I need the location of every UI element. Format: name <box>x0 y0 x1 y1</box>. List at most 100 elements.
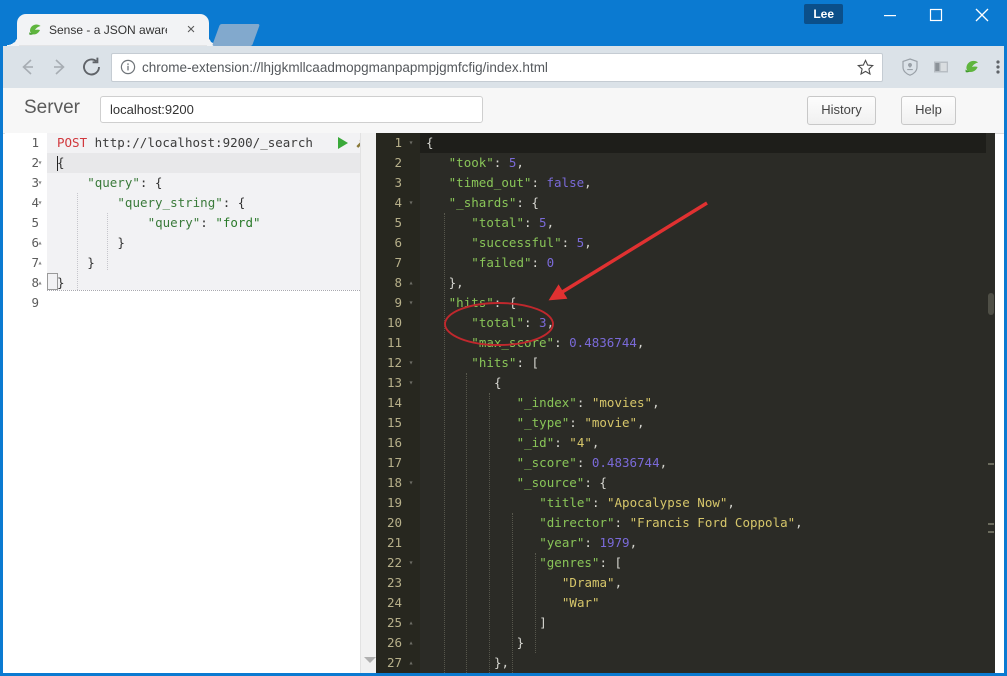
reload-button[interactable] <box>80 55 104 79</box>
request-code-line[interactable]: POST http://localhost:9200/_search <box>57 133 313 153</box>
response-code-line[interactable]: { <box>426 133 434 153</box>
shield-icon[interactable] <box>901 58 919 76</box>
run-request-button[interactable] <box>338 137 348 149</box>
response-code-line[interactable]: "War" <box>562 593 600 613</box>
fold-toggle-icon[interactable]: ▾ <box>406 373 416 393</box>
response-code-line[interactable]: "timed_out": false, <box>449 173 592 193</box>
code-token: : <box>554 335 570 350</box>
response-editor[interactable]: 1 ▾ 2 3 4 ▾ 5 6 7 8 ▴ 9 ▾ 10 11 12 ▾ 13 ▾ 14 15 16 17 18 ▾ 19 20 21… <box>376 133 995 673</box>
code-token: } <box>57 275 65 290</box>
response-code-line[interactable]: } <box>517 633 525 653</box>
response-code-line[interactable]: "_score": 0.4836744, <box>517 453 668 473</box>
response-code-line[interactable]: "took": 5, <box>449 153 524 173</box>
request-code-line[interactable]: } <box>117 233 125 253</box>
response-code-line[interactable]: "Drama", <box>562 573 622 593</box>
code-token: : <box>576 455 592 470</box>
response-code-line[interactable]: }, <box>494 653 509 673</box>
response-line-number: 12 <box>386 355 402 370</box>
request-code-line[interactable]: "query_string": { <box>117 193 245 213</box>
response-line-number: 7 <box>394 255 402 270</box>
browser-tab-sense[interactable]: Sense - a JSON aware × <box>7 14 219 46</box>
response-code-line[interactable]: "total": 3, <box>471 313 554 333</box>
request-scrollbar[interactable] <box>360 133 377 673</box>
help-button[interactable]: Help <box>901 96 956 125</box>
back-button[interactable] <box>15 55 39 79</box>
fold-toggle-icon[interactable]: ▴ <box>406 273 416 293</box>
request-code-line[interactable]: } <box>87 253 95 273</box>
response-line-number: 6 <box>394 235 402 250</box>
response-code-line[interactable]: "_source": { <box>517 473 607 493</box>
request-code-line[interactable]: "query": { <box>87 173 162 193</box>
fold-toggle-icon[interactable]: ▾ <box>35 173 45 193</box>
address-bar-url[interactable]: chrome-extension://lhjgkmllcaadmopgmanpa… <box>142 58 548 77</box>
scroll-down-arrow-icon[interactable] <box>364 657 376 663</box>
code-token: : { <box>516 195 539 210</box>
info-circle-icon[interactable] <box>120 59 136 75</box>
code-token: "took" <box>448 155 494 170</box>
request-code[interactable]: POST http://localhost:9200/_search { "quer… <box>47 133 360 673</box>
fold-toggle-icon[interactable]: ▴ <box>406 653 416 673</box>
response-code-line[interactable]: "failed": 0 <box>471 253 554 273</box>
code-token: , <box>652 395 660 410</box>
code-token: } <box>87 255 95 270</box>
response-scrollbar[interactable] <box>986 133 995 673</box>
response-code-line[interactable]: { <box>494 373 502 393</box>
fold-toggle-icon[interactable]: ▾ <box>406 193 416 213</box>
request-code-line[interactable]: "query": "ford" <box>148 213 261 233</box>
fold-toggle-icon[interactable]: ▴ <box>406 613 416 633</box>
fold-toggle-icon[interactable]: ▾ <box>406 473 416 493</box>
response-code-line[interactable]: "max_score": 0.4836744, <box>471 333 644 353</box>
fold-toggle-icon[interactable]: ▴ <box>35 233 45 253</box>
response-code-line[interactable]: }, <box>449 273 464 293</box>
response-code-line[interactable]: "director": "Francis Ford Coppola", <box>539 513 802 533</box>
profile-name-chip[interactable]: Lee <box>804 4 843 24</box>
tab-close-icon[interactable]: × <box>183 22 199 38</box>
sense-leaf-icon[interactable] <box>963 58 981 76</box>
response-code-line[interactable]: "_id": "4", <box>517 433 600 453</box>
code-token: : <box>614 515 630 530</box>
fold-toggle-icon[interactable]: ▴ <box>406 633 416 653</box>
code-token: "query" <box>147 215 201 230</box>
response-code-line[interactable]: "_type": "movie", <box>517 413 645 433</box>
code-token: "movies" <box>591 395 653 410</box>
response-code-line[interactable]: "successful": 5, <box>471 233 591 253</box>
star-icon[interactable] <box>857 59 874 76</box>
response-code-line[interactable]: "_shards": { <box>449 193 539 213</box>
forward-button[interactable] <box>48 55 72 79</box>
server-input[interactable] <box>100 96 483 123</box>
window-close-button[interactable] <box>959 0 1005 30</box>
response-code-line[interactable]: "genres": [ <box>539 553 622 573</box>
request-code-line[interactable]: { <box>57 153 65 173</box>
fold-toggle-icon[interactable]: ▾ <box>35 153 45 173</box>
response-line-number: 1 <box>394 135 402 150</box>
code-token: "_score" <box>516 455 577 470</box>
fold-toggle-icon[interactable]: ▴ <box>35 253 45 273</box>
fold-toggle-icon[interactable]: ▾ <box>406 133 416 153</box>
response-scrollbar-thumb[interactable] <box>988 293 994 315</box>
response-code-line[interactable]: "_index": "movies", <box>517 393 660 413</box>
three-dot-menu-icon[interactable] <box>991 57 1005 77</box>
response-code-line[interactable]: "title": "Apocalypse Now", <box>539 493 735 513</box>
fold-toggle-icon[interactable]: ▾ <box>406 293 416 313</box>
address-bar[interactable]: chrome-extension://lhjgkmllcaadmopgmanpa… <box>111 53 883 82</box>
response-code-line[interactable]: "total": 5, <box>471 213 554 233</box>
history-button[interactable]: History <box>807 96 876 125</box>
sense-toolbar: Server History Help <box>3 88 1004 134</box>
fold-toggle-icon[interactable]: ▴ <box>35 273 45 293</box>
code-token: 5 <box>539 215 547 230</box>
fold-toggle-icon[interactable]: ▾ <box>406 553 416 573</box>
editor-split: 1 2 ▾ 3 ▾ 4 ▾ 5 6 ▴ 7 ▴ 8 ▴ 9 POST http://localhost:92… <box>3 133 1004 673</box>
panel-icon[interactable] <box>932 58 950 76</box>
response-code-line[interactable]: "hits": [ <box>471 353 539 373</box>
response-code-line[interactable]: "year": 1979, <box>539 533 637 553</box>
request-code-line[interactable]: } <box>57 273 65 293</box>
fold-toggle-icon[interactable]: ▾ <box>406 353 416 373</box>
new-tab-button[interactable] <box>211 24 261 46</box>
fold-toggle-icon[interactable]: ▾ <box>35 193 45 213</box>
code-token: : <box>561 235 577 250</box>
response-code-line[interactable]: ] <box>539 613 547 633</box>
response-code-line[interactable]: "hits": { <box>449 293 517 313</box>
window-maximize-button[interactable] <box>913 0 959 30</box>
window-minimize-button[interactable] <box>867 0 913 30</box>
request-editor[interactable]: 1 2 ▾ 3 ▾ 4 ▾ 5 6 ▴ 7 ▴ 8 ▴ 9 POST http://localhost:92… <box>5 133 368 673</box>
